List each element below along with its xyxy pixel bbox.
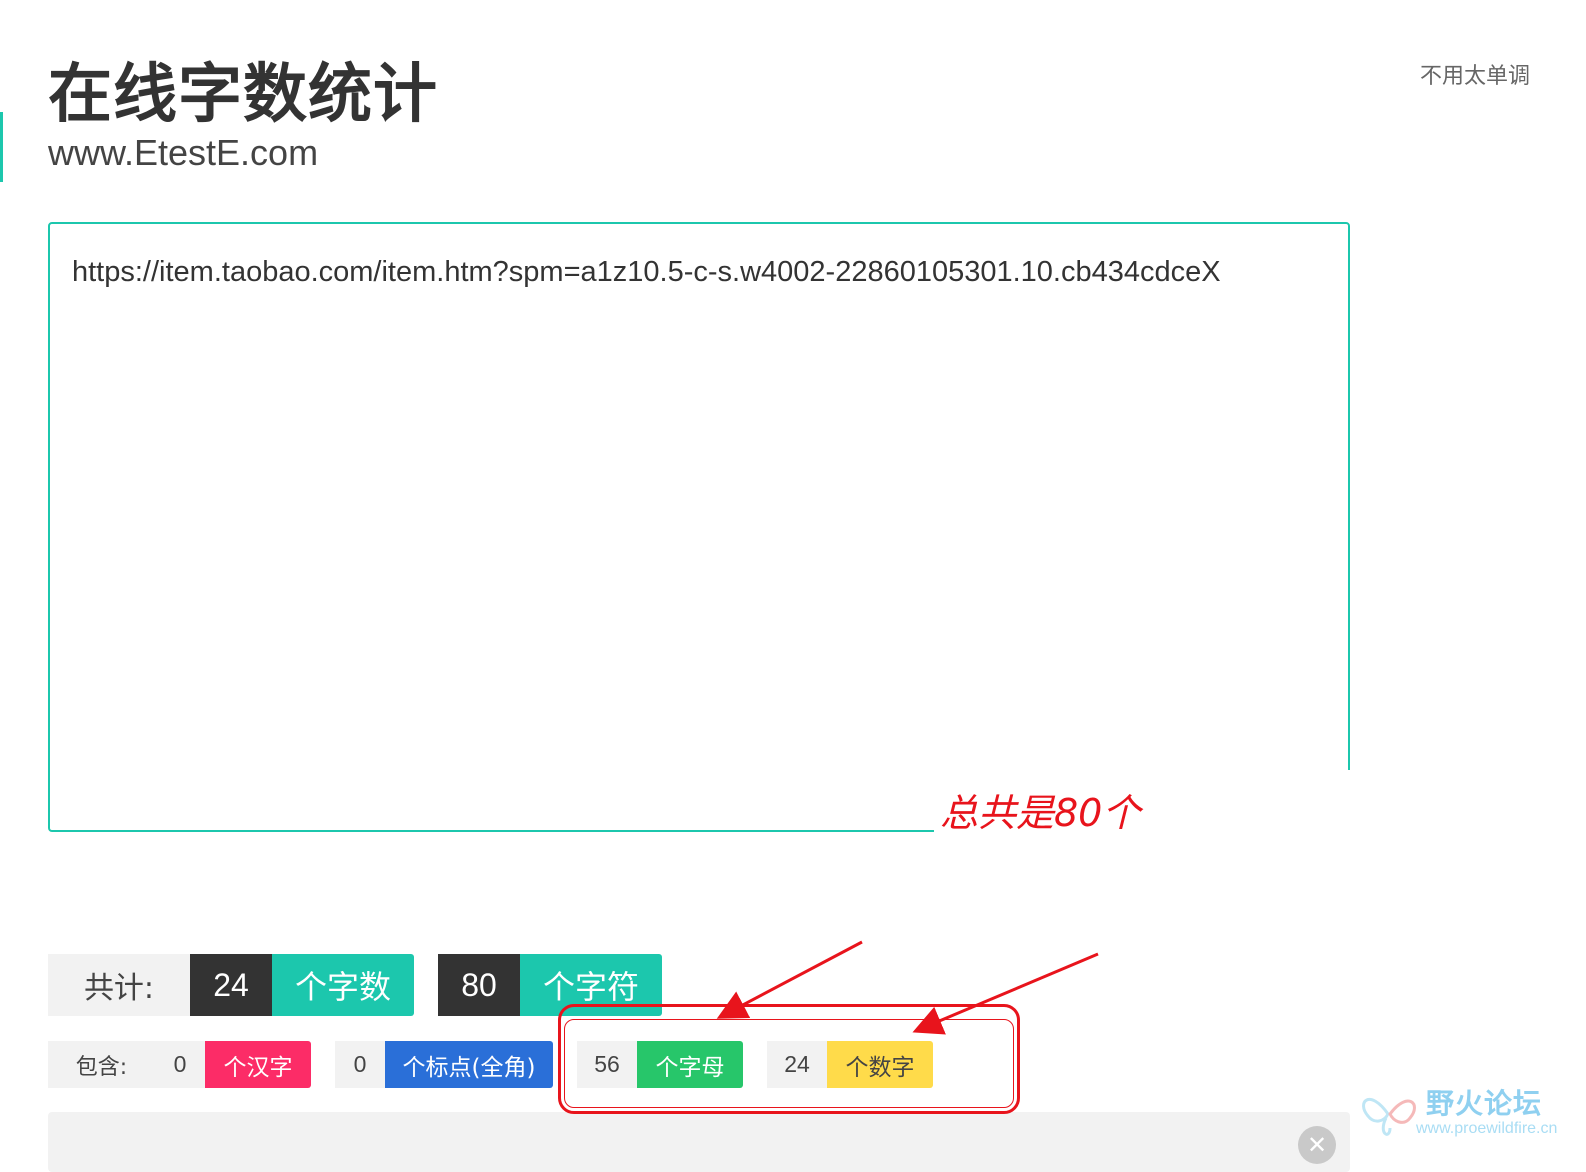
watermark: 野火论坛 www.proewildfire.cn [1360,1080,1557,1150]
butterfly-logo-icon [1362,1098,1416,1136]
annotation-arrows [716,940,1099,1035]
arrow-to-digits [912,952,1099,1035]
arrow-to-letters [716,940,863,1019]
watermark-url: www.proewildfire.cn [1416,1120,1558,1137]
watermark-title: 野火论坛 [1426,1087,1543,1120]
